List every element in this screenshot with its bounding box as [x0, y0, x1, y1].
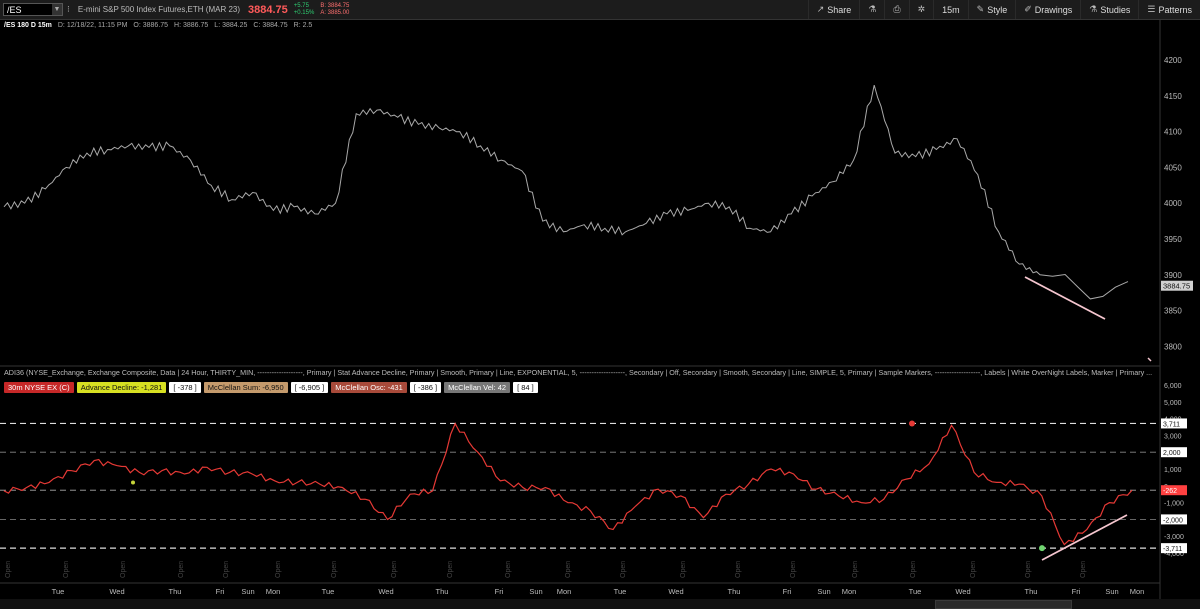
- open-label: Open: [1080, 561, 1087, 578]
- trendlines: [1024, 276, 1152, 561]
- high-marker: [909, 420, 915, 427]
- small-drawing-mark[interactable]: [1147, 357, 1152, 362]
- study-tick-label: 1,000: [1164, 467, 1182, 474]
- open-label: Open: [447, 561, 454, 578]
- advance-decline-badge: Advance Decline: -1,281: [76, 382, 167, 393]
- mcclellan-vel-badge: McClellan Vel: 42: [444, 382, 511, 393]
- time-tick-label: Fri: [216, 587, 225, 596]
- time-tick-label: Mon: [557, 587, 572, 596]
- price-line: [3, 84, 1129, 300]
- price-tick-label: 4050: [1164, 163, 1182, 172]
- open-label: Open: [275, 561, 282, 578]
- time-tick-label: Thu: [169, 587, 182, 596]
- time-tick-label: Wed: [955, 587, 970, 596]
- study-tick-label: -3,000: [1164, 534, 1184, 541]
- price-tick-label: 3800: [1164, 342, 1182, 351]
- open-label: Open: [565, 561, 572, 578]
- time-tick-label: Wed: [378, 587, 393, 596]
- mcclellan-sum-change-badge: [ -6,905 ]: [290, 382, 329, 393]
- price-tick-label: 3950: [1164, 235, 1182, 244]
- study-tick-label: 3,000: [1164, 433, 1182, 440]
- time-tick-label: Fri: [783, 587, 792, 596]
- open-label: Open: [735, 561, 742, 578]
- mcclellan-vel-change-badge: [ 84 ]: [513, 382, 538, 393]
- advance-decline-change-badge: [ -378 ]: [169, 382, 201, 393]
- time-tick-label: Sun: [1105, 587, 1118, 596]
- time-tick-label: Tue: [322, 587, 335, 596]
- chart-canvas[interactable]: 4200 4150 4100 4050 4000 3950 3900 3850 3800 3884…: [0, 0, 1200, 609]
- open-label: Open: [178, 561, 185, 578]
- price-tick-label: 3850: [1164, 307, 1182, 316]
- time-tick-label: Fri: [495, 587, 504, 596]
- time-tick-label: Mon: [266, 587, 281, 596]
- price-tick-label: 4200: [1164, 56, 1182, 65]
- time-tick-label: Thu: [436, 587, 449, 596]
- time-tick-label: Sun: [241, 587, 254, 596]
- time-tick-label: Wed: [109, 587, 124, 596]
- study-tick-label: 5,000: [1164, 400, 1182, 407]
- price-tick-label: 4150: [1164, 92, 1182, 101]
- open-label: Open: [5, 561, 12, 578]
- open-label: Open: [331, 561, 338, 578]
- price-series: [3, 84, 1129, 300]
- study-level-label: -2,000: [1163, 517, 1183, 524]
- open-label: Open: [1025, 561, 1032, 578]
- time-axis: Tue Wed Thu Fri Sun Mon Tue Wed Thu Fri Sun Mon Tue W…: [52, 587, 1145, 596]
- mcclellan-osc-change-badge: [ -386 ]: [409, 382, 442, 393]
- scrollbar[interactable]: [935, 600, 1072, 609]
- open-label: Open: [63, 561, 70, 578]
- mcclellan-sum-badge: McClellan Sum: -6,950: [203, 382, 288, 393]
- study-level-label: 3,711: [1163, 421, 1180, 428]
- time-tick-label: Mon: [842, 587, 857, 596]
- time-tick-label: Tue: [52, 587, 65, 596]
- price-axis: 4200 4150 4100 4050 4000 3950 3900 3850 3800 3884…: [1161, 56, 1193, 351]
- time-tick-label: Sun: [529, 587, 542, 596]
- time-tick-label: Thu: [1025, 587, 1038, 596]
- study-series: [3, 420, 1133, 552]
- study-symbol-badge: 30m NYSE EX (C): [4, 382, 74, 393]
- study-level-label: 2,000: [1163, 450, 1181, 457]
- low-marker: [1039, 545, 1045, 552]
- time-tick-label: Mon: [1130, 587, 1145, 596]
- time-tick-label: Thu: [728, 587, 741, 596]
- study-level-label: -3,711: [1163, 546, 1182, 553]
- study-tick-label: -1,000: [1164, 501, 1184, 508]
- open-label: Open: [970, 561, 977, 578]
- time-tick-label: Fri: [1072, 587, 1081, 596]
- time-tick-label: Wed: [668, 587, 683, 596]
- open-label: Open: [910, 561, 917, 578]
- open-label: Open: [120, 561, 127, 578]
- open-label: Open: [620, 561, 627, 578]
- mcclellan-osc-badge: McClellan Osc: -431: [331, 382, 407, 393]
- time-tick-label: Tue: [909, 587, 922, 596]
- price-tick-label: 4000: [1164, 199, 1182, 208]
- open-label: Open: [852, 561, 859, 578]
- open-label: Open: [223, 561, 230, 578]
- study-axis: 6,0005,0004,0003,0002,0001,0000-1,000-2,…: [0, 383, 1187, 558]
- price-tick-label: 3900: [1164, 271, 1182, 280]
- last-price-label: 3884.75: [1163, 282, 1190, 291]
- open-label: Open: [505, 561, 512, 578]
- open-label: Open: [391, 561, 398, 578]
- study-label: ADI36 (NYSE_Exchange, Exchange Composite…: [4, 368, 1153, 377]
- study-trendline[interactable]: [1041, 514, 1128, 561]
- open-label: Open: [790, 561, 797, 578]
- open-label: Open: [680, 561, 687, 578]
- time-tick-label: Tue: [614, 587, 627, 596]
- price-tick-label: 4100: [1164, 128, 1182, 137]
- study-badges: 30m NYSE EX (C) Advance Decline: -1,281[ …: [4, 382, 538, 393]
- open-labels: Open Open Open Open Open Open Open Open Open Open…: [5, 561, 1087, 578]
- small-marker: [131, 480, 135, 485]
- time-tick-label: Sun: [817, 587, 830, 596]
- advance-decline-line: [3, 422, 1133, 546]
- study-tick-label: 6,000: [1164, 383, 1182, 390]
- study-level-label: -262: [1163, 488, 1177, 495]
